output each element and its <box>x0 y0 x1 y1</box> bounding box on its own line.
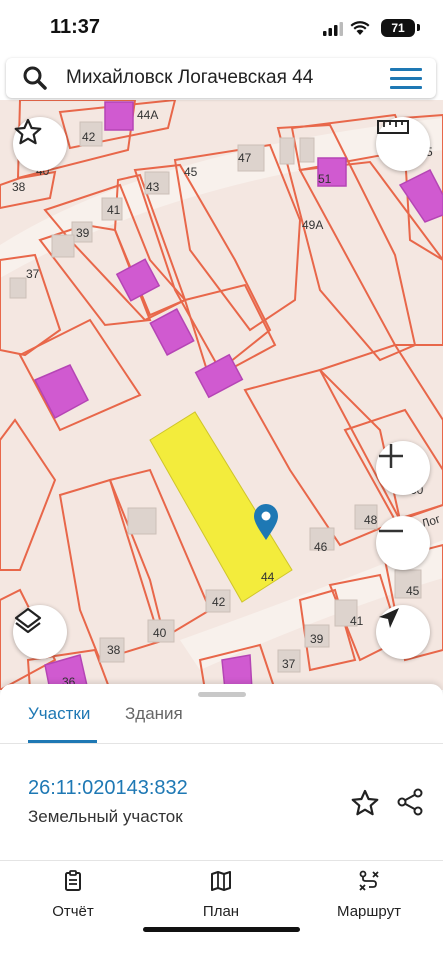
nav-report[interactable]: Отчёт <box>13 870 133 920</box>
divider <box>0 743 443 744</box>
house-number: 37 <box>26 267 40 281</box>
cellular-signal-icon <box>323 22 343 36</box>
house-number: 47 <box>238 151 252 165</box>
house-number: 45 <box>184 165 198 179</box>
minus-icon <box>379 529 403 533</box>
house-number: 46 <box>314 540 328 554</box>
house-number: 39 <box>310 632 324 646</box>
nav-route-label: Маршрут <box>337 903 401 920</box>
tab-buildings[interactable]: Здания <box>125 704 183 724</box>
house-number: 41 <box>350 614 364 628</box>
tab-parcels[interactable]: Участки <box>28 704 90 724</box>
search-icon[interactable] <box>22 65 48 91</box>
star-icon[interactable] <box>350 788 380 818</box>
nav-report-label: Отчёт <box>52 903 94 920</box>
house-number: 41 <box>107 203 121 217</box>
nav-plan-label: План <box>202 903 240 920</box>
nav-plan[interactable]: План <box>161 870 281 920</box>
map-canvas: 42 44А 38 40 43 45 47 41 39 37 51 5 49А … <box>0 100 443 690</box>
sheet-drag-handle[interactable] <box>198 692 246 697</box>
house-number: 40 <box>153 626 167 640</box>
wifi-icon <box>350 21 370 35</box>
house-number: 51 <box>318 172 332 186</box>
house-number: 39 <box>76 226 90 240</box>
zoom-in-button[interactable] <box>376 441 430 495</box>
house-number: 44 <box>261 570 275 584</box>
map-plan-icon <box>211 871 231 891</box>
navigation-arrow-icon <box>379 608 399 628</box>
route-icon <box>359 870 379 891</box>
share-icon[interactable] <box>396 788 424 816</box>
house-number: 44А <box>137 108 158 122</box>
layers-icon <box>14 607 42 634</box>
house-number: 45 <box>406 584 420 598</box>
layers-button[interactable] <box>13 605 67 659</box>
zoom-out-button[interactable] <box>376 516 430 570</box>
house-number: 37 <box>282 657 296 671</box>
house-number: 42 <box>212 595 226 609</box>
house-number: 38 <box>107 643 121 657</box>
report-icon <box>65 870 81 891</box>
status-time: 11:37 <box>50 16 101 38</box>
measure-button[interactable] <box>376 117 430 171</box>
cadastral-map[interactable]: 42 44А 38 40 43 45 47 41 39 37 51 5 49А … <box>0 100 443 690</box>
bottom-sheet: Участки Здания 26:11:020143:832 Земельны… <box>0 684 443 960</box>
house-number: 43 <box>146 180 160 194</box>
cadastral-number[interactable]: 26:11:020143:832 <box>28 777 188 800</box>
house-number: 42 <box>82 130 96 144</box>
nav-route[interactable]: Маршрут <box>309 870 429 920</box>
plus-icon <box>379 444 403 468</box>
battery-level: 71 <box>381 19 415 37</box>
battery-tip <box>417 24 420 31</box>
divider <box>0 860 443 861</box>
favorites-button[interactable] <box>13 117 67 171</box>
my-location-button[interactable] <box>376 605 430 659</box>
star-icon <box>14 118 42 145</box>
house-number: 38 <box>12 180 26 194</box>
search-bar[interactable]: Михайловск Логачевская 44 <box>6 58 436 98</box>
parcel-type: Земельный участок <box>28 807 183 826</box>
status-bar: 11:37 71 <box>0 0 443 56</box>
menu-icon[interactable] <box>390 68 422 90</box>
search-query[interactable]: Михайловск Логачевская 44 <box>66 67 313 89</box>
ruler-icon <box>377 120 409 134</box>
home-indicator[interactable] <box>143 927 300 932</box>
house-number: 49А <box>302 218 323 232</box>
